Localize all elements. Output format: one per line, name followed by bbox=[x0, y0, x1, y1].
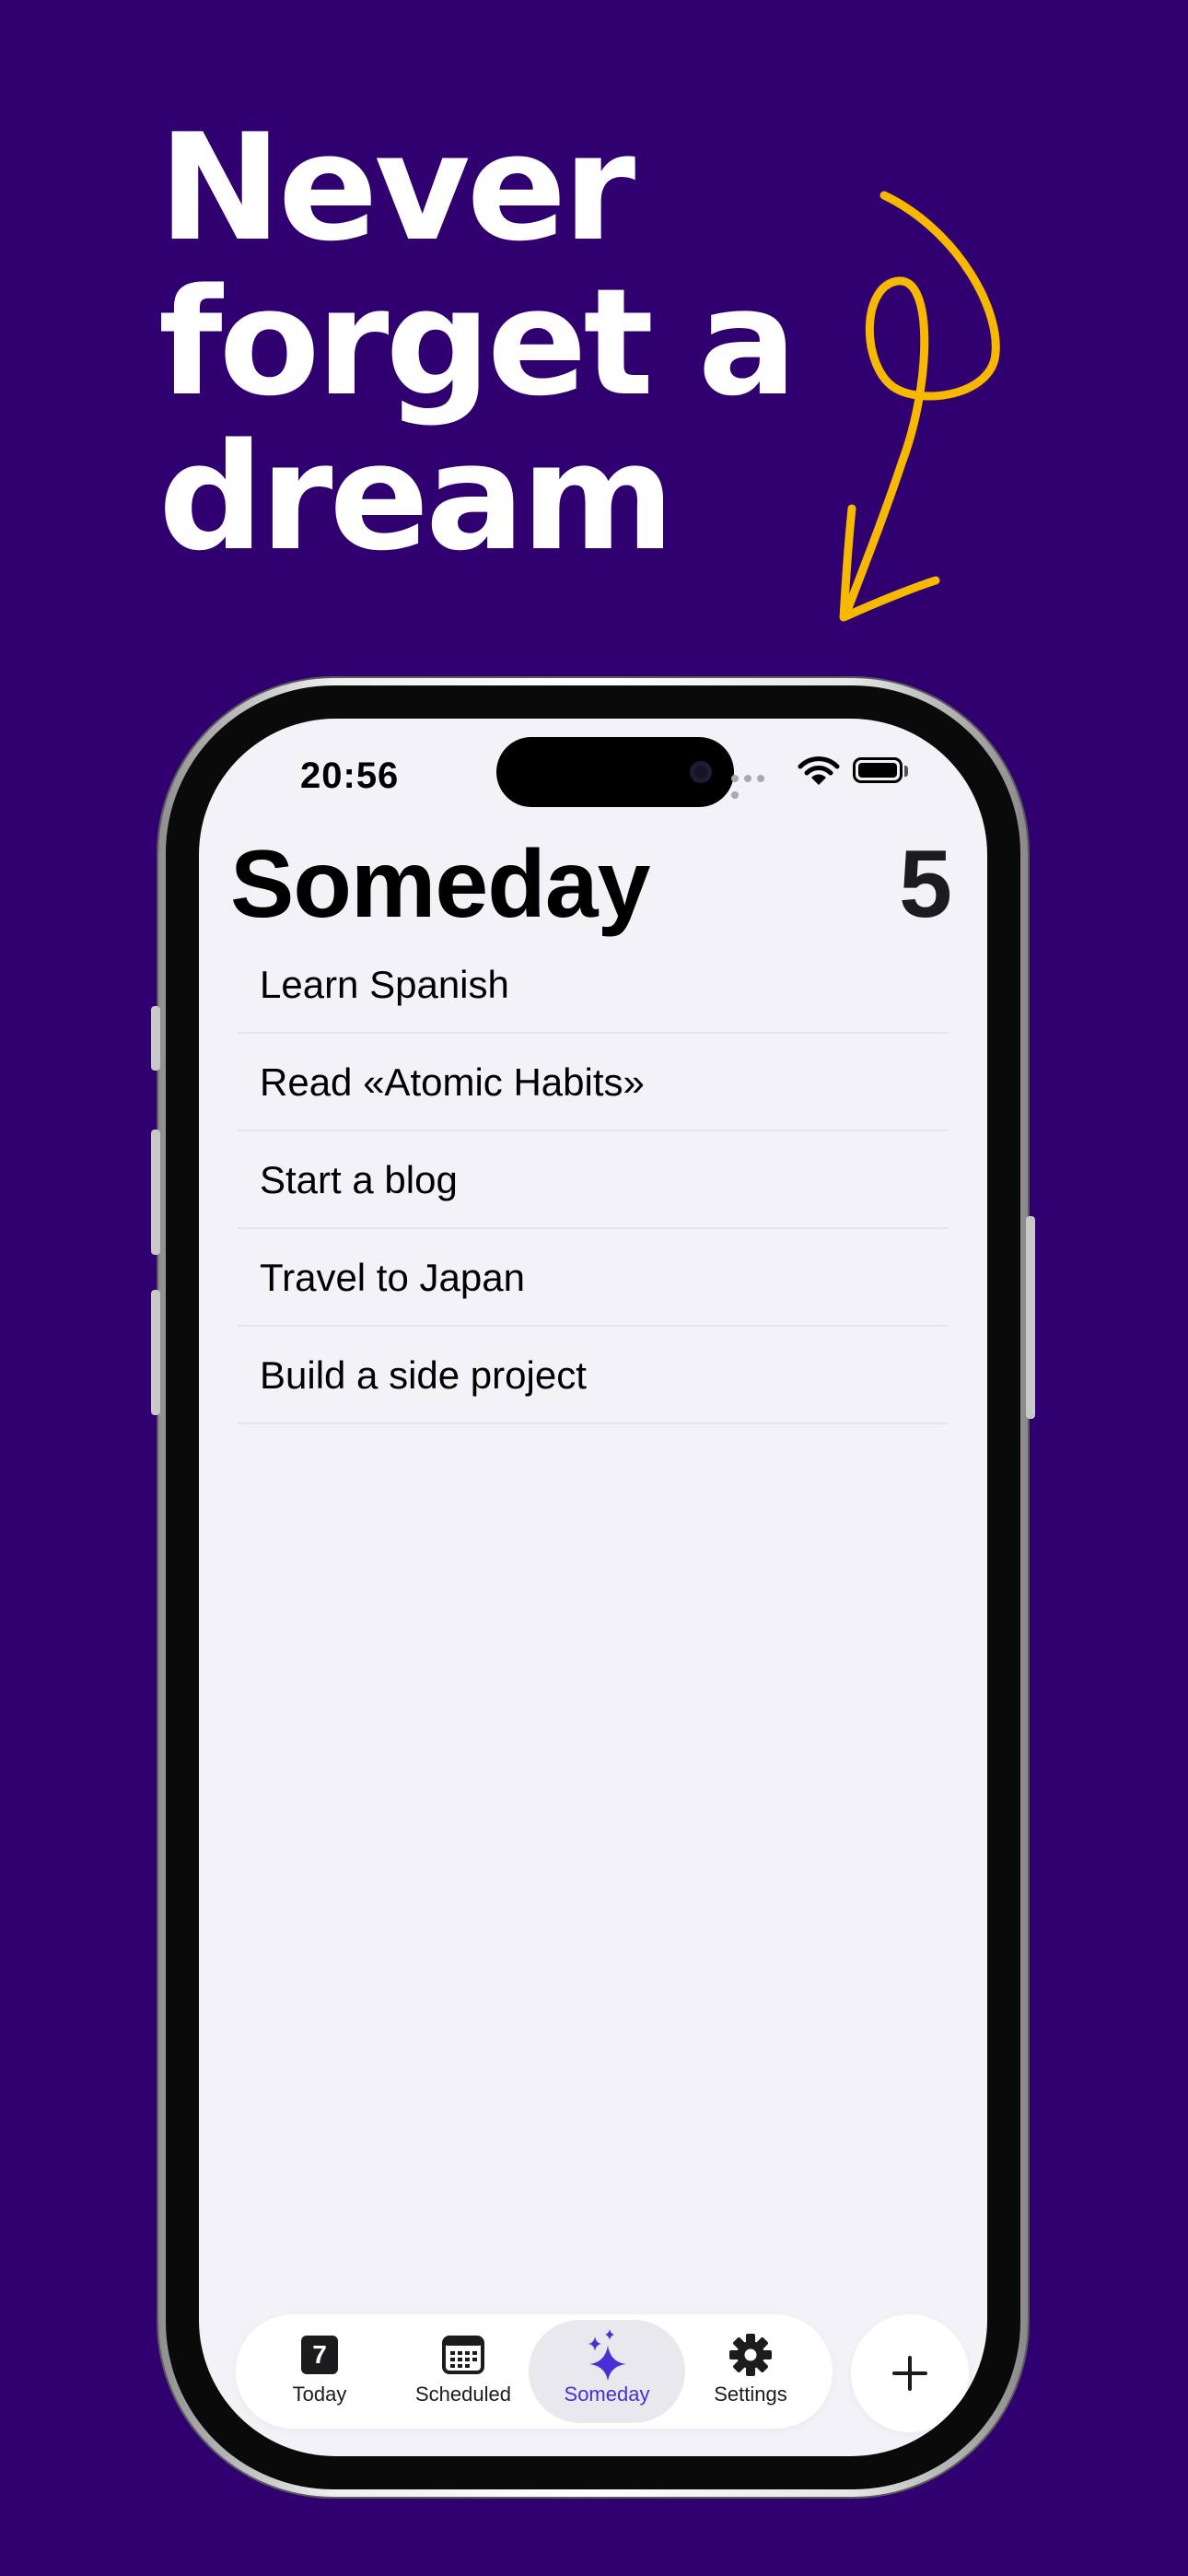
tab-bar: 7 Today Scheduled Someday Settings bbox=[236, 2314, 833, 2429]
item-count: 5 bbox=[899, 831, 952, 938]
someday-list: Learn Spanish Read «Atomic Habits» Start… bbox=[238, 936, 949, 1424]
volume-up-button bbox=[151, 1130, 160, 1255]
action-button bbox=[151, 1006, 160, 1071]
plus-icon bbox=[892, 2356, 927, 2391]
headline: Never forget a dream bbox=[158, 101, 798, 583]
headline-line-2: forget a bbox=[158, 256, 798, 428]
list-item[interactable]: Travel to Japan bbox=[238, 1229, 949, 1327]
sparkles-icon bbox=[588, 2329, 626, 2381]
calendar-day-icon: 7 bbox=[301, 2336, 338, 2374]
list-item[interactable]: Learn Spanish bbox=[238, 936, 949, 1034]
tab-label: Settings bbox=[714, 2383, 787, 2406]
status-time: 20:56 bbox=[300, 755, 400, 796]
tab-label: Today bbox=[292, 2383, 347, 2406]
phone-bezel: 20:56 Someday 5 Learn Spanish Read «Atom… bbox=[166, 685, 1020, 2489]
volume-down-button bbox=[151, 1290, 160, 1415]
battery-icon bbox=[853, 757, 903, 783]
curly-arrow-icon bbox=[839, 191, 1000, 622]
dynamic-island bbox=[496, 737, 734, 807]
cellular-icon bbox=[731, 770, 781, 799]
add-button[interactable] bbox=[851, 2314, 969, 2432]
calendar-grid-icon bbox=[442, 2336, 484, 2374]
status-icons bbox=[731, 755, 925, 799]
tab-settings[interactable]: Settings bbox=[672, 2320, 829, 2423]
app-screen: 20:56 Someday 5 Learn Spanish Read «Atom… bbox=[199, 719, 987, 2456]
tab-scheduled[interactable]: Scheduled bbox=[385, 2320, 542, 2423]
list-item[interactable]: Read «Atomic Habits» bbox=[238, 1034, 949, 1131]
tab-label: Someday bbox=[564, 2383, 650, 2406]
gear-icon bbox=[729, 2334, 772, 2376]
camera-icon bbox=[690, 761, 712, 783]
power-button bbox=[1026, 1216, 1035, 1419]
page-title: Someday bbox=[230, 831, 650, 938]
headline-line-1: Never bbox=[158, 101, 635, 274]
list-item[interactable]: Start a blog bbox=[238, 1131, 949, 1229]
list-item[interactable]: Build a side project bbox=[238, 1327, 949, 1424]
wifi-icon bbox=[798, 756, 840, 785]
tab-someday[interactable]: Someday bbox=[529, 2320, 685, 2423]
headline-line-3: dream bbox=[158, 411, 675, 583]
tab-today[interactable]: 7 Today bbox=[241, 2320, 398, 2423]
phone-mockup: 20:56 Someday 5 Learn Spanish Read «Atom… bbox=[151, 678, 1035, 2497]
tab-label: Scheduled bbox=[415, 2383, 511, 2406]
